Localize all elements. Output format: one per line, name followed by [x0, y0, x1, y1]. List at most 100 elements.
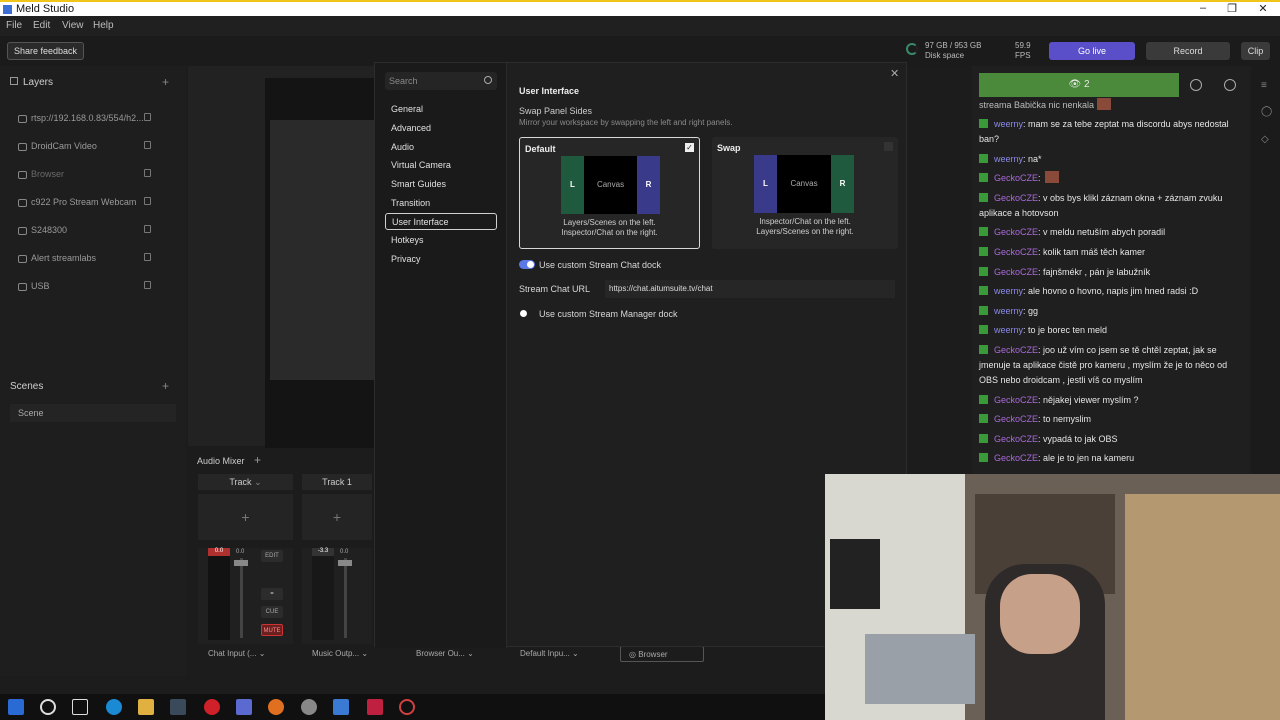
app-icon[interactable] [236, 699, 252, 715]
chat-username[interactable]: GeckoCZE [994, 247, 1038, 257]
obs-icon[interactable] [301, 699, 317, 715]
add-layer-icon[interactable]: + [162, 75, 169, 89]
menu-icon[interactable]: ≡ [1261, 80, 1267, 91]
volume-slider[interactable] [344, 558, 347, 638]
lock-icon[interactable] [144, 281, 151, 289]
chat-username[interactable]: GeckoCZE [994, 173, 1038, 183]
xmind-icon[interactable] [367, 699, 383, 715]
nav-transition[interactable]: Transition [385, 195, 497, 212]
chat-username[interactable]: weerny [994, 286, 1023, 296]
lock-icon[interactable] [144, 113, 151, 121]
chat-options-icon[interactable] [1224, 79, 1236, 91]
nav-advanced[interactable]: Advanced [385, 120, 497, 137]
layer-item[interactable]: S248300 [18, 225, 168, 235]
chat-username[interactable]: GeckoCZE [994, 227, 1038, 237]
volume-knob[interactable] [234, 560, 248, 566]
mute-button[interactable]: MUTE [261, 624, 283, 636]
layer-item[interactable]: rtsp://192.168.0.83/554/h2... [18, 113, 168, 123]
layout-swap-card[interactable]: Swap L Canvas R Inspector/Chat on the le… [712, 137, 898, 249]
track-header[interactable]: Track 1 [302, 474, 372, 490]
nav-hotkeys[interactable]: Hotkeys [385, 232, 497, 249]
lock-icon[interactable] [144, 225, 151, 233]
store-icon[interactable] [170, 699, 186, 715]
output-select[interactable]: ◎ Browser [620, 646, 704, 662]
add-scene-icon[interactable]: + [162, 379, 169, 393]
output-select[interactable]: Music Outp... ⌄ [304, 646, 388, 662]
link-icon[interactable]: ⚭ [261, 588, 283, 600]
record-button[interactable]: Record [1146, 42, 1230, 60]
nav-privacy[interactable]: Privacy [385, 251, 497, 268]
chat-username[interactable]: GeckoCZE [994, 267, 1038, 277]
custom-manager-toggle[interactable] [520, 310, 527, 317]
peak-readout: 0.0 [208, 548, 230, 556]
chat-username[interactable]: GeckoCZE [994, 434, 1038, 444]
chat-username[interactable]: GeckoCZE [994, 414, 1038, 424]
recorder-icon[interactable] [399, 699, 415, 715]
chat-username[interactable]: weerny [994, 325, 1023, 335]
track-header[interactable]: Track ⌄ [198, 474, 293, 490]
lock-icon[interactable] [144, 197, 151, 205]
chat-username[interactable]: GeckoCZE [994, 395, 1038, 405]
start-icon[interactable] [8, 699, 24, 715]
checkbox-checked[interactable]: ✓ [685, 143, 694, 152]
opera-icon[interactable] [204, 699, 220, 715]
maximize-icon[interactable]: ❐ [1225, 2, 1239, 15]
settings-search-input[interactable]: Search [385, 72, 497, 90]
add-source-slot[interactable]: + [198, 494, 293, 540]
custom-chat-toggle[interactable] [519, 260, 535, 269]
chat-username[interactable]: weerny [994, 154, 1023, 164]
output-select[interactable]: Chat Input (... ⌄ [200, 646, 284, 662]
chat-username[interactable]: GeckoCZE [994, 345, 1038, 355]
lock-icon[interactable] [144, 169, 151, 177]
edge-icon[interactable] [106, 699, 122, 715]
menu-help[interactable]: Help [93, 20, 114, 31]
go-live-button[interactable]: Go live [1049, 42, 1135, 60]
chat-url-input[interactable]: https://chat.aitumsuite.tv/chat [605, 280, 895, 298]
close-window-icon[interactable]: ✕ [1256, 2, 1270, 15]
menu-file[interactable]: File [6, 20, 22, 31]
volume-knob[interactable] [338, 560, 352, 566]
chat-icon[interactable]: ◯ [1261, 106, 1272, 117]
firefox-icon[interactable] [268, 699, 284, 715]
meld-studio-icon[interactable] [333, 699, 349, 715]
settings-gear-icon[interactable] [1190, 79, 1202, 91]
share-feedback-button[interactable]: Share feedback [7, 42, 84, 60]
cue-button[interactable]: CUE [261, 606, 283, 618]
layer-item[interactable]: Browser [18, 169, 168, 179]
output-select[interactable]: Browser Ou... ⌄ [408, 646, 492, 662]
chat-username[interactable]: GeckoCZE [994, 453, 1038, 463]
layout-default-card[interactable]: Default ✓ L Canvas R Layers/Scenes on th… [519, 137, 700, 249]
search-icon[interactable] [40, 699, 56, 715]
chat-username[interactable]: weerny [994, 306, 1023, 316]
mod-badge-icon [979, 414, 988, 424]
volume-slider[interactable] [240, 558, 243, 638]
menu-view[interactable]: View [62, 20, 84, 31]
nav-virtual-camera[interactable]: Virtual Camera [385, 157, 497, 174]
manager-icon[interactable]: ◇ [1261, 134, 1269, 145]
output-select[interactable]: Default Inpu... ⌄ [512, 646, 596, 662]
edit-button[interactable]: EDIT [261, 550, 283, 562]
nav-smart-guides[interactable]: Smart Guides [385, 176, 497, 193]
add-track-icon[interactable]: + [254, 453, 261, 467]
scene-item[interactable]: Scene [10, 404, 176, 422]
add-source-slot[interactable]: + [302, 494, 372, 540]
nav-user-interface[interactable]: User Interface [385, 213, 497, 230]
file-explorer-icon[interactable] [138, 699, 154, 715]
layer-item[interactable]: Alert streamlabs [18, 253, 168, 263]
lock-icon[interactable] [144, 141, 151, 149]
close-icon[interactable]: ✕ [890, 67, 899, 80]
nav-audio[interactable]: Audio [385, 139, 497, 156]
chat-message: weerny: na* [979, 152, 1239, 167]
menu-edit[interactable]: Edit [33, 20, 50, 31]
task-view-icon[interactable] [72, 699, 88, 715]
chat-username[interactable]: GeckoCZE [994, 193, 1038, 203]
layer-item[interactable]: USB [18, 281, 168, 291]
layer-item[interactable]: DroidCam Video [18, 141, 168, 151]
lock-icon[interactable] [144, 253, 151, 261]
chat-username[interactable]: weerny [994, 119, 1023, 129]
nav-general[interactable]: General [385, 101, 497, 118]
layer-item[interactable]: c922 Pro Stream Webcam [18, 197, 168, 207]
checkbox-unchecked[interactable] [884, 142, 893, 151]
minimize-icon[interactable]: – [1196, 2, 1210, 14]
clip-button[interactable]: Clip [1241, 42, 1270, 60]
